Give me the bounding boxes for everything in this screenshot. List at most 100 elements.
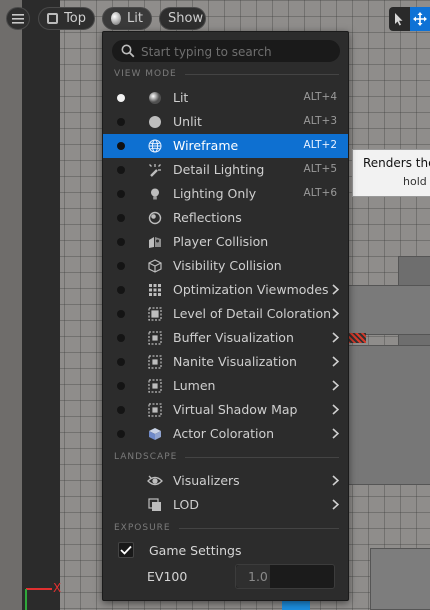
menu-item-virtual-shadow-map[interactable]: Virtual Shadow Map xyxy=(103,398,348,422)
menu-item-lod[interactable]: LOD xyxy=(103,493,348,517)
menu-item-label: Player Collision xyxy=(173,234,269,249)
game-settings-label: Game Settings xyxy=(149,543,242,558)
viewport-geometry xyxy=(370,548,430,610)
menu-item-level-of-detail-coloration[interactable]: Level of Detail Coloration xyxy=(103,302,348,326)
menu-item-unlit[interactable]: Unlit ALT+3 xyxy=(103,110,348,134)
menu-item-detail-lighting[interactable]: Detail Lighting ALT+5 xyxy=(103,158,348,182)
chevron-right-icon xyxy=(332,379,340,394)
menu-item-reflections[interactable]: Reflections xyxy=(103,206,348,230)
view-mode-button[interactable]: Lit xyxy=(102,7,152,30)
player-collision-icon xyxy=(147,234,163,250)
detail-lighting-icon xyxy=(147,162,163,178)
lumen-icon xyxy=(147,378,163,394)
menu-item-label: Lit xyxy=(173,90,189,105)
chevron-right-icon xyxy=(332,331,340,346)
ev100-input[interactable]: 1.0 xyxy=(235,564,335,589)
axis-x-label: X xyxy=(53,581,62,595)
menu-item-lumen[interactable]: Lumen xyxy=(103,374,348,398)
view-mode-menu: VIEW MODE Lit ALT+4 Unlit ALT+3 Wireframe ALT… xyxy=(102,31,349,601)
reflections-icon xyxy=(147,210,163,226)
camera-view-label: Top xyxy=(64,11,86,26)
radio-indicator xyxy=(117,262,125,270)
menu-item-nanite-visualization[interactable]: Nanite Visualization xyxy=(103,350,348,374)
section-divider xyxy=(185,456,339,458)
radio-indicator xyxy=(117,94,125,102)
viewport-geometry xyxy=(348,345,430,485)
lod-icon xyxy=(147,497,163,513)
section-exposure: EXPOSURE xyxy=(114,522,339,534)
unlit-sphere-icon xyxy=(147,114,163,130)
select-mode-button[interactable] xyxy=(389,7,410,31)
menu-item-visualizers[interactable]: Visualizers xyxy=(103,469,348,493)
wireframe-sphere-icon xyxy=(147,138,163,154)
menu-item-shortcut: ALT+5 xyxy=(303,163,337,175)
section-divider xyxy=(184,73,339,75)
chevron-right-icon xyxy=(332,498,340,513)
menu-item-buffer-visualization[interactable]: Buffer Visualization xyxy=(103,326,348,350)
lit-sphere-icon xyxy=(147,90,163,106)
radio-indicator xyxy=(117,358,125,366)
nanite-icon xyxy=(147,354,163,370)
menu-item-actor-coloration[interactable]: Actor Coloration xyxy=(103,422,348,446)
radio-indicator xyxy=(117,166,125,174)
radio-indicator xyxy=(117,238,125,246)
menu-item-label: Detail Lighting xyxy=(173,162,265,177)
menu-item-label: Lighting Only xyxy=(173,186,257,201)
menu-item-label: LOD xyxy=(173,497,199,512)
section-divider xyxy=(178,527,339,529)
grid-icon xyxy=(147,282,163,298)
radio-indicator xyxy=(117,190,125,198)
axis-gizmo: X xyxy=(22,581,72,610)
menu-item-player-collision[interactable]: Player Collision xyxy=(103,230,348,254)
hamburger-icon xyxy=(12,13,24,24)
tooltip-line-1: Renders the xyxy=(363,156,430,170)
menu-item-visibility-collision[interactable]: Visibility Collision xyxy=(103,254,348,278)
camera-view-button[interactable]: Top xyxy=(38,7,95,30)
chevron-right-icon xyxy=(332,403,340,418)
menu-item-shortcut: ALT+4 xyxy=(303,91,337,103)
visibility-collision-icon xyxy=(147,258,163,274)
viewport-dark-strip xyxy=(22,0,60,610)
section-landscape: LANDSCAPE xyxy=(114,451,339,463)
game-settings-checkbox[interactable] xyxy=(118,542,134,558)
menu-item-shortcut: ALT+2 xyxy=(303,139,337,151)
menu-item-label: Nanite Visualization xyxy=(173,354,297,369)
menu-item-optimization-viewmodes[interactable]: Optimization Viewmodes xyxy=(103,278,348,302)
menu-item-label: Actor Coloration xyxy=(173,426,275,441)
radio-indicator xyxy=(117,406,125,414)
checkmark-icon xyxy=(120,545,132,555)
camera-view-icon xyxy=(47,13,59,24)
menu-item-wireframe[interactable]: Wireframe ALT+2 xyxy=(103,134,348,158)
menu-item-shortcut: ALT+3 xyxy=(303,115,337,127)
eye-icon xyxy=(147,473,163,489)
menu-item-lighting-only[interactable]: Lighting Only ALT+6 xyxy=(103,182,348,206)
section-view-mode: VIEW MODE xyxy=(114,68,339,80)
viewport-dark-strip xyxy=(0,0,22,610)
menu-item-label: Optimization Viewmodes xyxy=(173,282,329,297)
menu-item-label: Visibility Collision xyxy=(173,258,282,273)
menu-search-box[interactable] xyxy=(112,40,340,62)
menu-item-lit[interactable]: Lit ALT+4 xyxy=(103,86,348,110)
search-input[interactable] xyxy=(141,44,331,59)
ev100-label: EV100 xyxy=(147,569,188,584)
show-flags-button[interactable]: Show xyxy=(159,7,206,30)
chevron-right-icon xyxy=(332,283,340,298)
lod-coloration-icon xyxy=(147,306,163,322)
light-bulb-icon xyxy=(147,186,163,202)
menu-item-label: Reflections xyxy=(173,210,242,225)
radio-indicator xyxy=(117,214,125,222)
radio-indicator xyxy=(117,310,125,318)
translate-mode-button[interactable] xyxy=(409,7,430,31)
menu-item-label: Level of Detail Coloration xyxy=(173,306,332,321)
menu-item-label: Buffer Visualization xyxy=(173,330,294,345)
viewport-options-button[interactable] xyxy=(6,7,30,30)
section-landscape-label: LANDSCAPE xyxy=(114,452,178,462)
menu-item-label: Lumen xyxy=(173,378,216,393)
shadow-map-icon xyxy=(147,402,163,418)
viewport-geometry xyxy=(348,285,430,335)
view-mode-label: Lit xyxy=(127,11,143,26)
chevron-right-icon xyxy=(332,474,340,489)
section-view-mode-label: VIEW MODE xyxy=(114,69,177,79)
buffer-icon xyxy=(147,330,163,346)
menu-item-shortcut: ALT+6 xyxy=(303,187,337,199)
